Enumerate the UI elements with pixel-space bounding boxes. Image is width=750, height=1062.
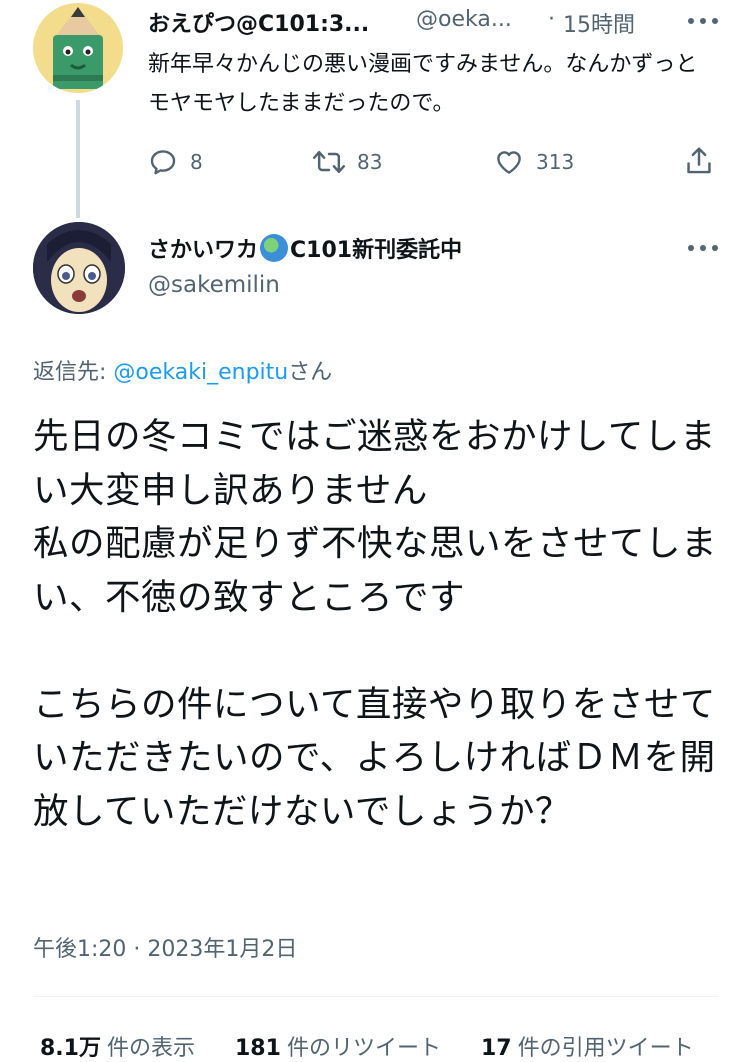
- stat-label: 件の表示: [106, 1036, 195, 1061]
- tweet-timestamp[interactable]: 午後1:20 · 2023年1月2日: [33, 931, 297, 963]
- retweet-icon: [313, 150, 345, 174]
- stat-label: 件の引用ツイート: [517, 1036, 694, 1061]
- thread-line: [76, 100, 80, 218]
- reply-prefix: 返信先:: [33, 360, 114, 385]
- stat-quote-tweets[interactable]: 17 件の引用ツイート: [481, 1030, 694, 1062]
- stat-views[interactable]: 8.1万 件の表示: [40, 1030, 195, 1062]
- retweet-count: 83: [357, 150, 383, 174]
- share-button[interactable]: [684, 146, 714, 176]
- parent-display-name[interactable]: おえぴつ@C101:3...: [148, 6, 369, 38]
- more-options-icon[interactable]: [688, 243, 720, 253]
- parent-avatar[interactable]: [33, 3, 123, 93]
- reply-handle-link[interactable]: @oekaki_enpitu: [113, 360, 288, 385]
- stat-retweets[interactable]: 181 件のリツイート: [235, 1030, 441, 1062]
- heart-icon: [497, 151, 521, 174]
- name-prefix: さかいワカ: [148, 238, 259, 263]
- reply-button[interactable]: 8: [148, 147, 203, 177]
- pencil-character-icon: [53, 7, 103, 89]
- anime-character-icon: [33, 222, 125, 314]
- retweet-button[interactable]: 83: [313, 147, 382, 177]
- parent-handle[interactable]: @oeka...: [416, 7, 512, 32]
- like-count: 313: [536, 150, 575, 174]
- reply-to-line: 返信先: @oekaki_enpituさん: [33, 354, 332, 386]
- main-display-name[interactable]: さかいワカ C101新刊委託中: [148, 232, 462, 264]
- divider: [33, 996, 719, 997]
- main-handle[interactable]: @sakemilin: [148, 272, 280, 298]
- like-button[interactable]: 313: [494, 147, 574, 177]
- separator-dot: ·: [548, 7, 555, 32]
- globe-emoji-icon: [260, 234, 289, 262]
- main-avatar[interactable]: [33, 222, 125, 314]
- reply-count: 8: [190, 150, 203, 174]
- parent-time[interactable]: 15時間: [563, 7, 635, 39]
- stat-label: 件のリツイート: [286, 1036, 441, 1061]
- share-icon: [687, 147, 711, 174]
- main-tweet-text: 先日の冬コミではご迷惑をおかけしてしまい大変申し訳ありません 私の配慮が足りず不…: [33, 416, 718, 832]
- comment-icon: [150, 150, 176, 175]
- reply-suffix: さん: [288, 360, 333, 385]
- more-options-icon[interactable]: [688, 16, 720, 26]
- parent-tweet-text: 新年早々かんじの悪い漫画ですみません。なんかずっとモヤモヤしたままだったので。: [148, 52, 698, 116]
- name-suffix: C101新刊委託中: [290, 238, 463, 263]
- stat-value: 17: [480, 1036, 512, 1061]
- stat-value: 8.1万: [40, 1036, 101, 1061]
- stat-value: 181: [235, 1036, 281, 1061]
- tweet-stats: 8.1万 件の表示 181 件のリツイート 17 件の引用ツイート: [40, 1030, 734, 1062]
